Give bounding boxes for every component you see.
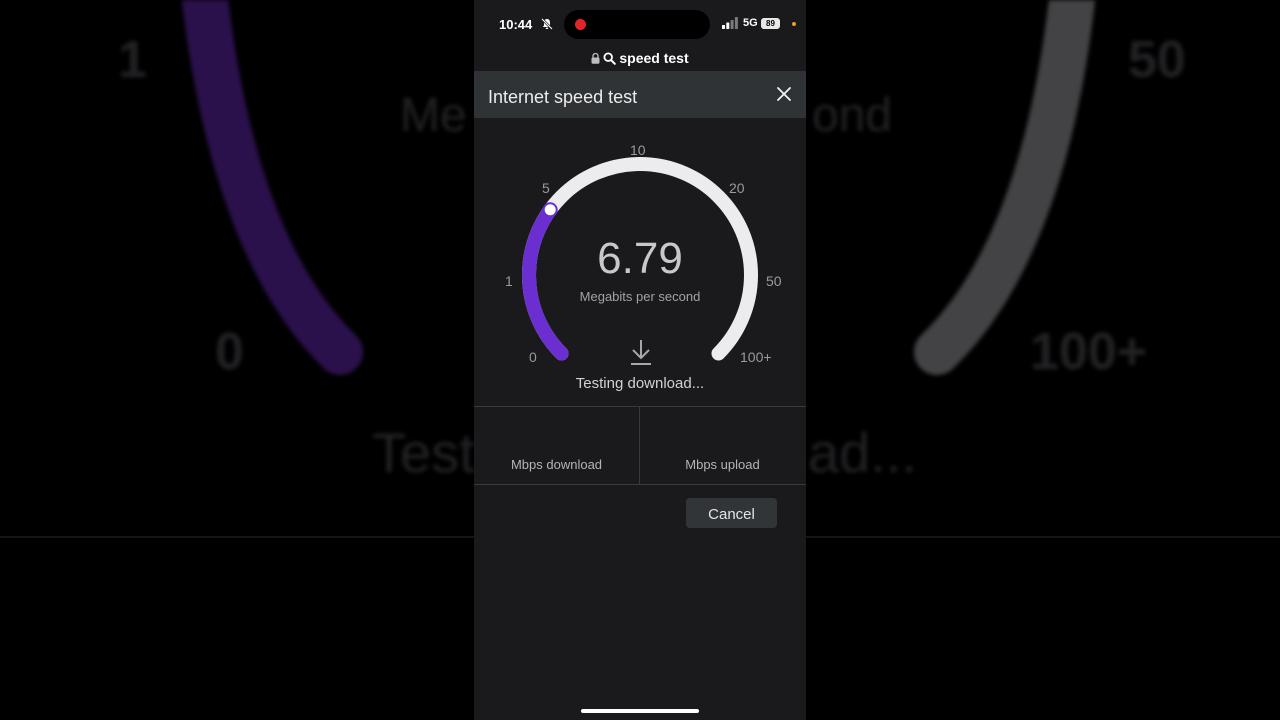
recording-indicator-icon — [575, 19, 586, 30]
status-bar: 10:44 5G 89 — [474, 0, 806, 46]
lock-icon — [591, 52, 600, 64]
speed-test-header: Internet speed test — [474, 71, 806, 118]
home-indicator[interactable] — [581, 709, 699, 713]
gauge-needle-knob — [542, 202, 558, 218]
tick-label-0: 0 — [529, 349, 537, 365]
status-time: 10:44 — [499, 17, 533, 32]
upload-result-label: Mbps upload — [685, 457, 760, 472]
dynamic-island — [564, 10, 710, 39]
results-panel: Mbps download Mbps upload — [474, 406, 806, 485]
test-status-text: Testing download... — [575, 375, 705, 392]
address-bar-text: speed test — [619, 50, 689, 66]
network-type: 5G — [743, 17, 758, 29]
tick-label-5: 5 — [542, 180, 550, 196]
panel-title: Internet speed test — [488, 87, 638, 107]
tick-label-10: 10 — [630, 142, 646, 158]
privacy-indicator-icon — [792, 22, 796, 26]
tick-label-20: 20 — [729, 180, 745, 196]
search-icon — [603, 51, 617, 65]
bell-muted-icon — [541, 18, 553, 30]
speed-unit: Megabits per second — [579, 289, 701, 304]
speed-gauge: 0 1 5 10 20 50 100+ 6.79 Megabits per se… — [474, 118, 806, 406]
address-bar[interactable]: speed test — [474, 46, 806, 70]
cellular-signal-icon — [722, 17, 738, 29]
tick-label-100: 100+ — [740, 349, 772, 365]
battery-icon: 89 — [761, 18, 780, 29]
phone-screen: 10:44 5G 89 speed test Internet speed te… — [474, 0, 806, 720]
speed-value: 6.79 — [597, 234, 683, 283]
download-result-cell: Mbps download — [474, 407, 639, 484]
download-result-label: Mbps download — [510, 457, 603, 472]
close-icon[interactable] — [774, 84, 794, 104]
cancel-button[interactable]: Cancel — [686, 498, 777, 528]
download-arrow-icon — [631, 340, 651, 365]
upload-result-cell: Mbps upload — [640, 407, 805, 484]
